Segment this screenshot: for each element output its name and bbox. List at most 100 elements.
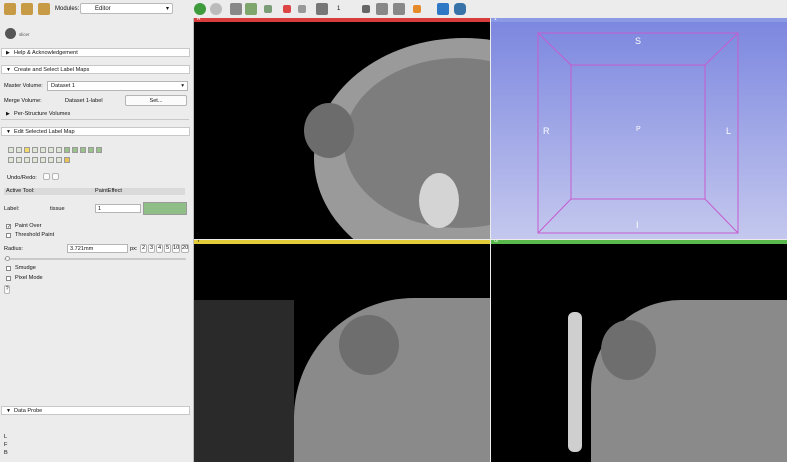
radius-label: Radius:: [4, 246, 23, 252]
grow-cut-icon[interactable]: [16, 157, 22, 163]
swap-icon[interactable]: [56, 157, 62, 163]
slice-count[interactable]: 1: [337, 6, 340, 12]
dilate-icon[interactable]: [72, 147, 78, 153]
rectangle-icon[interactable]: [48, 147, 54, 153]
radius-preset-4[interactable]: 4: [156, 244, 163, 253]
undo-redo-label: Undo/Redo:: [7, 175, 37, 181]
module-panel: slicer ▶ Help & Acknowledgement ▼ Create…: [0, 18, 194, 462]
change-island-icon[interactable]: [88, 147, 94, 153]
pixel-mode-checkbox[interactable]: [6, 276, 11, 281]
radius-preset-label: 4: [157, 245, 162, 251]
lung-region: [194, 300, 294, 462]
expanded-arrow-icon: ▼: [6, 129, 11, 135]
draw-icon[interactable]: [32, 147, 38, 153]
threshold-icon[interactable]: [56, 147, 62, 153]
crosshair-icon[interactable]: [362, 5, 370, 13]
erode-icon[interactable]: [64, 147, 70, 153]
help-section[interactable]: ▶ Help & Acknowledgement: [1, 48, 190, 57]
module-selected-text: Editor: [95, 6, 111, 12]
data-probe-section[interactable]: ▼ Data Probe: [1, 406, 190, 415]
radius-preset-5[interactable]: 5: [164, 244, 171, 253]
make-model-icon[interactable]: [32, 157, 38, 163]
radius-preset-20[interactable]: 20: [181, 244, 189, 253]
default-tool-icon[interactable]: [8, 147, 14, 153]
create-section[interactable]: ▼ Create and Select Label Maps: [1, 65, 190, 74]
red-slice-controller[interactable]: [194, 18, 490, 22]
liver-region: [294, 298, 490, 462]
paint-over-label: Paint Over: [15, 223, 42, 229]
radius-value: 3.721mm: [70, 246, 94, 252]
fiducial-icon[interactable]: [413, 5, 421, 13]
red-slice-view[interactable]: R: [194, 18, 490, 239]
load-data-icon[interactable]: [4, 3, 16, 15]
yellow-slice-view[interactable]: Y: [194, 240, 490, 462]
label-value: 1: [98, 206, 102, 212]
edit-section-label: Edit Selected Label Map: [14, 129, 75, 135]
save-icon[interactable]: [38, 3, 50, 15]
smudge-checkbox[interactable]: [6, 266, 11, 271]
three-d-view[interactable]: 1 S R P L I: [491, 18, 787, 239]
python-icon[interactable]: [454, 3, 466, 15]
radius-slider-handle[interactable]: [5, 256, 10, 261]
label-value-spinbox[interactable]: 1: [95, 204, 141, 213]
wand-icon[interactable]: [24, 157, 30, 163]
spine: [419, 173, 459, 228]
help-button[interactable]: ?: [4, 285, 10, 294]
red-view-name: R: [197, 18, 201, 22]
level-tracing-icon[interactable]: [40, 147, 46, 153]
collapsed-arrow-icon[interactable]: ▶: [6, 111, 10, 117]
yellow-slice-controller[interactable]: [194, 240, 490, 244]
radius-input[interactable]: 3.721mm: [67, 244, 128, 253]
master-volume-label: Master Volume:: [4, 83, 43, 89]
help-section-label: Help & Acknowledgement: [14, 50, 78, 56]
green-slice-view[interactable]: G: [491, 240, 787, 462]
volumes-module-icon[interactable]: [245, 3, 257, 15]
label-name: tissue: [50, 206, 65, 212]
back-icon[interactable]: [194, 3, 206, 15]
yellow-view-name: Y: [197, 240, 201, 244]
module-select[interactable]: Editor ▾: [80, 3, 173, 14]
save-island-icon[interactable]: [8, 157, 14, 163]
fast-marching-icon[interactable]: [40, 157, 46, 163]
radius-preset-2[interactable]: 2: [140, 244, 147, 253]
redo-icon[interactable]: [52, 173, 59, 180]
radius-preset-10[interactable]: 10: [172, 244, 180, 253]
preview-icon[interactable]: [64, 157, 70, 163]
radius-slider[interactable]: [4, 258, 186, 260]
load-dicom-icon[interactable]: [21, 3, 33, 15]
edit-section[interactable]: ▼ Edit Selected Label Map: [1, 127, 190, 136]
mouse-mode-icon[interactable]: [376, 3, 388, 15]
data-probe-b: B: [4, 450, 8, 456]
layout-icon[interactable]: [316, 3, 328, 15]
radius-preset-3[interactable]: 3: [148, 244, 155, 253]
forward-icon[interactable]: [210, 3, 222, 15]
merge-set-button[interactable]: Set...: [125, 95, 187, 106]
paint-over-checkbox[interactable]: ✓: [6, 224, 11, 230]
label-statistics-icon[interactable]: [48, 157, 54, 163]
active-tool-row: Active Tool: PaintEffect: [4, 188, 185, 195]
transforms-module-icon[interactable]: [283, 5, 291, 13]
extension-manager-icon[interactable]: [437, 3, 449, 15]
islands-icon[interactable]: [80, 147, 86, 153]
paint-icon[interactable]: [24, 147, 30, 153]
markups-module-icon[interactable]: [298, 5, 306, 13]
per-structure-volumes[interactable]: Per-Structure Volumes: [14, 111, 70, 117]
remove-islands-icon[interactable]: [96, 147, 102, 153]
threshold-paint-checkbox[interactable]: [6, 233, 11, 238]
help-button-label: ?: [5, 286, 9, 292]
threshold-paint-label: Threshold Paint: [15, 232, 55, 238]
master-volume-select[interactable]: Dataset 1 ▾: [47, 81, 188, 91]
window-level-icon[interactable]: [393, 3, 405, 15]
undo-icon[interactable]: [43, 173, 50, 180]
models-module-icon[interactable]: [264, 5, 272, 13]
logo-text: slicer: [19, 32, 30, 37]
green-view-name: G: [494, 240, 498, 244]
heart-lesion: [339, 315, 399, 375]
label-label: Label:: [4, 206, 20, 212]
change-label-icon[interactable]: [16, 147, 22, 153]
left-label: L: [726, 126, 732, 136]
right-label: R: [543, 126, 550, 136]
label-color-swatch[interactable]: [143, 202, 187, 215]
green-slice-controller[interactable]: [491, 240, 787, 244]
data-module-icon[interactable]: [230, 3, 242, 15]
